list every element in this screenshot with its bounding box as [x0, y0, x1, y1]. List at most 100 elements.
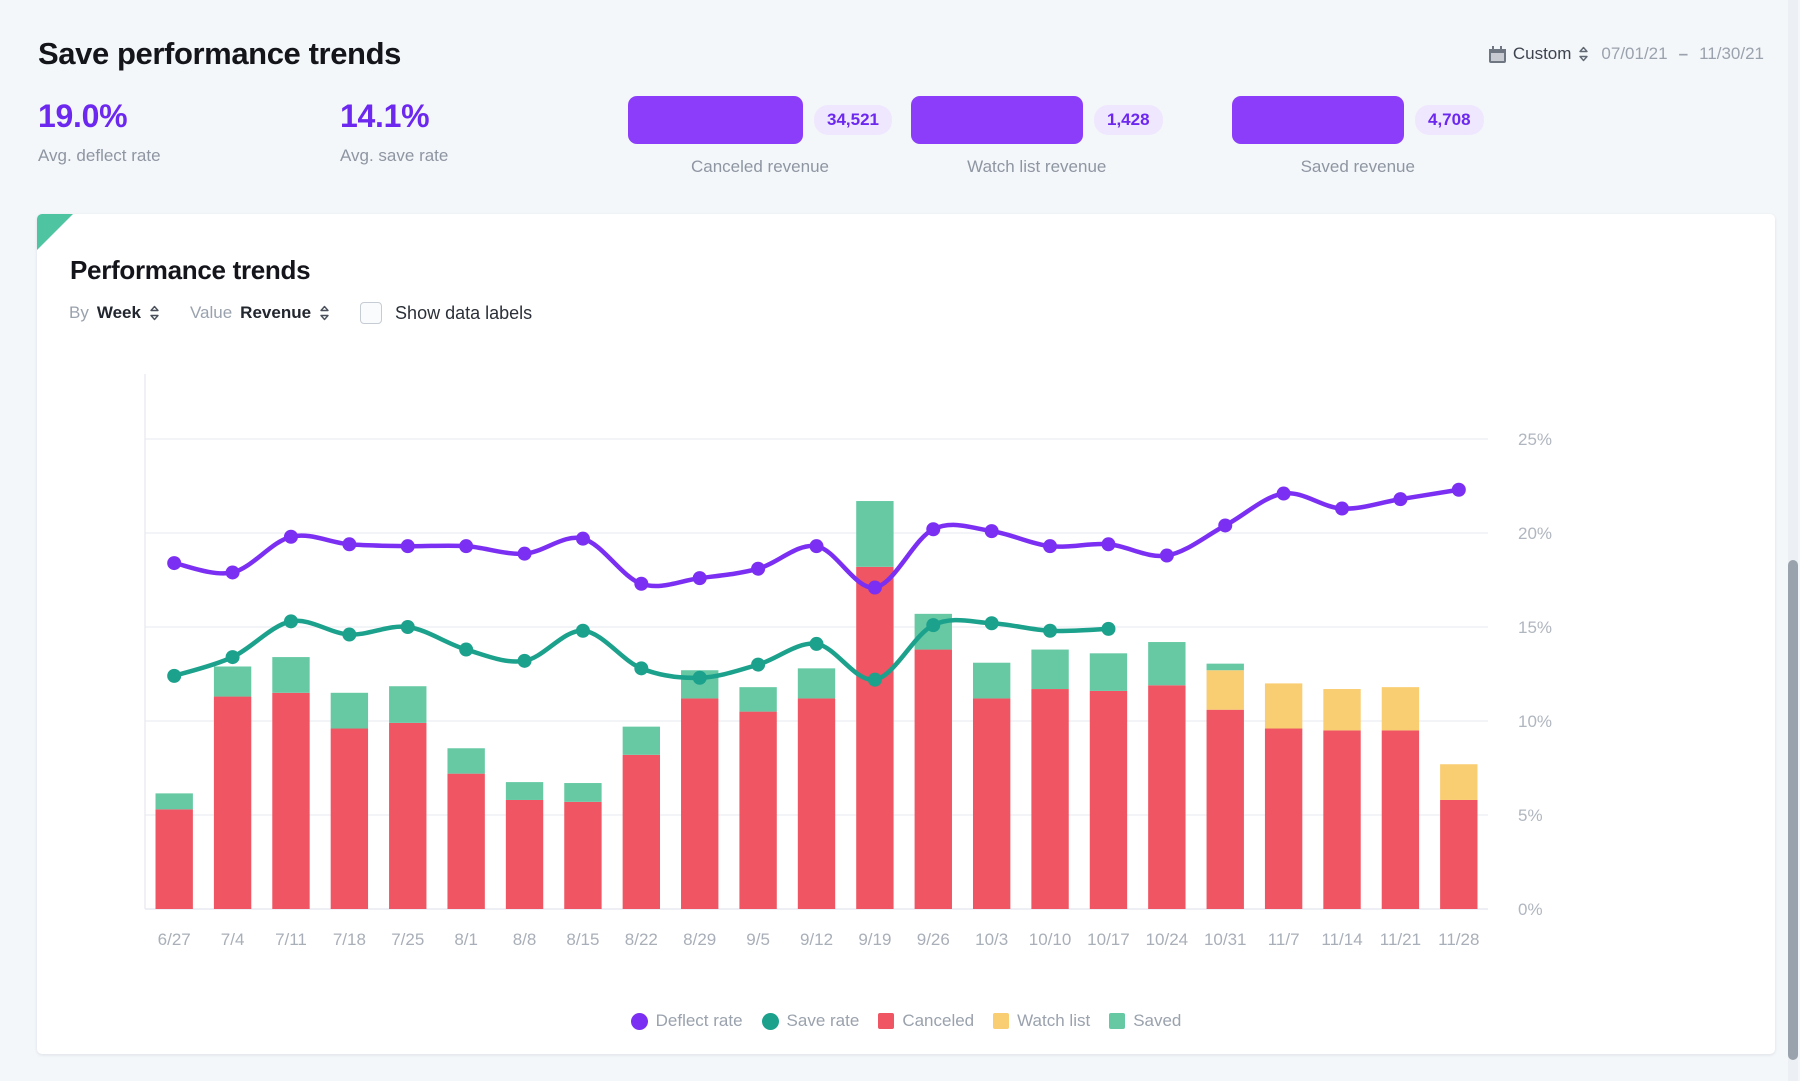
line-point[interactable]: [1335, 502, 1349, 516]
bar-segment-canceled[interactable]: [1323, 730, 1360, 909]
line-point[interactable]: [985, 616, 999, 630]
performance-trends-card: Performance trends By Week Value Revenue…: [37, 214, 1775, 1054]
bar-segment-saved[interactable]: [1031, 650, 1068, 689]
line-point[interactable]: [576, 624, 590, 638]
line-point[interactable]: [226, 650, 240, 664]
line-point[interactable]: [1452, 483, 1466, 497]
bar-segment-canceled[interactable]: [1090, 691, 1127, 909]
bar-segment-saved[interactable]: [156, 793, 193, 809]
line-point[interactable]: [1160, 549, 1174, 563]
date-preset-picker[interactable]: Custom: [1489, 44, 1590, 64]
bar-segment-canceled[interactable]: [1031, 689, 1068, 909]
line-point[interactable]: [634, 577, 648, 591]
bar-segment-canceled[interactable]: [331, 729, 368, 909]
line-point[interactable]: [342, 628, 356, 642]
bar-segment-saved[interactable]: [1090, 653, 1127, 691]
line-point[interactable]: [518, 547, 532, 561]
line-point[interactable]: [518, 654, 532, 668]
bar-segment-saved[interactable]: [447, 748, 484, 773]
show-data-labels-toggle[interactable]: Show data labels: [360, 302, 532, 324]
bar-segment-saved[interactable]: [389, 686, 426, 723]
line-point[interactable]: [167, 556, 181, 570]
bar-segment-canceled[interactable]: [915, 650, 952, 909]
bar-segment-canceled[interactable]: [1207, 710, 1244, 909]
bar-segment-saved[interactable]: [973, 663, 1010, 699]
date-range-control[interactable]: Custom 07/01/21 – 11/30/21: [1489, 44, 1764, 64]
legend-item-watch-list[interactable]: Watch list: [993, 1011, 1090, 1031]
line-point[interactable]: [167, 669, 181, 683]
line-point[interactable]: [401, 539, 415, 553]
line-point[interactable]: [634, 661, 648, 675]
line-point[interactable]: [1393, 492, 1407, 506]
bar-segment-canceled[interactable]: [1440, 800, 1477, 909]
legend-item-saved[interactable]: Saved: [1109, 1011, 1181, 1031]
value-select[interactable]: Value Revenue: [190, 303, 330, 323]
bar-segment-canceled[interactable]: [506, 800, 543, 909]
bar-segment-canceled[interactable]: [389, 723, 426, 909]
line-point[interactable]: [1101, 622, 1115, 636]
line-point[interactable]: [1277, 487, 1291, 501]
bar-segment-saved[interactable]: [798, 668, 835, 698]
bar-segment-canceled[interactable]: [564, 802, 601, 909]
legend-item-deflect-rate[interactable]: Deflect rate: [631, 1011, 743, 1031]
group-by-select[interactable]: By Week: [69, 303, 160, 323]
line-point[interactable]: [576, 532, 590, 546]
bar-segment-watch-list[interactable]: [1323, 689, 1360, 730]
line-point[interactable]: [401, 620, 415, 634]
line-point[interactable]: [284, 614, 298, 628]
bar-segment-saved[interactable]: [331, 693, 368, 729]
bar-segment-canceled[interactable]: [1265, 729, 1302, 909]
line-point[interactable]: [868, 673, 882, 687]
bar-segment-canceled[interactable]: [681, 698, 718, 909]
bar-segment-watch-list[interactable]: [1207, 670, 1244, 709]
line-point[interactable]: [926, 618, 940, 632]
line-point[interactable]: [926, 522, 940, 536]
show-data-labels-checkbox[interactable]: [360, 302, 382, 324]
bar-segment-canceled[interactable]: [272, 693, 309, 909]
bar-segment-saved[interactable]: [856, 501, 893, 567]
line-point[interactable]: [226, 565, 240, 579]
bar-segment-saved[interactable]: [214, 666, 251, 696]
legend-item-save-rate[interactable]: Save rate: [762, 1011, 860, 1031]
page-scrollbar-thumb[interactable]: [1788, 560, 1798, 1060]
bar-segment-watch-list[interactable]: [1382, 687, 1419, 730]
line-point[interactable]: [459, 643, 473, 657]
bar-segment-saved[interactable]: [1207, 664, 1244, 671]
legend-item-canceled[interactable]: Canceled: [878, 1011, 974, 1031]
bar-segment-watch-list[interactable]: [1440, 764, 1477, 800]
bar-segment-saved[interactable]: [739, 687, 776, 711]
bar-segment-saved[interactable]: [1148, 642, 1185, 685]
date-range-values[interactable]: 07/01/21 – 11/30/21: [1601, 44, 1764, 64]
revenue-bar: [628, 96, 803, 144]
line-point[interactable]: [342, 537, 356, 551]
line-point[interactable]: [1101, 537, 1115, 551]
bar-segment-canceled[interactable]: [623, 755, 660, 909]
line-point[interactable]: [693, 671, 707, 685]
line-point[interactable]: [868, 581, 882, 595]
line-point[interactable]: [810, 637, 824, 651]
bar-segment-saved[interactable]: [564, 783, 601, 802]
line-point[interactable]: [459, 539, 473, 553]
line-point[interactable]: [284, 530, 298, 544]
bar-segment-canceled[interactable]: [156, 809, 193, 909]
bar-segment-canceled[interactable]: [1148, 685, 1185, 909]
line-point[interactable]: [1043, 624, 1057, 638]
bar-segment-canceled[interactable]: [739, 712, 776, 909]
bar-segment-canceled[interactable]: [214, 697, 251, 909]
bar-segment-canceled[interactable]: [798, 698, 835, 909]
bar-segment-saved[interactable]: [506, 782, 543, 800]
bar-segment-canceled[interactable]: [1382, 730, 1419, 909]
line-point[interactable]: [1043, 539, 1057, 553]
line-point[interactable]: [985, 524, 999, 538]
bar-segment-saved[interactable]: [623, 727, 660, 755]
line-point[interactable]: [751, 658, 765, 672]
bar-segment-canceled[interactable]: [447, 774, 484, 909]
line-point[interactable]: [751, 562, 765, 576]
bar-segment-canceled[interactable]: [973, 698, 1010, 909]
line-point[interactable]: [693, 571, 707, 585]
bar-segment-saved[interactable]: [272, 657, 309, 693]
bar-segment-watch-list[interactable]: [1265, 683, 1302, 728]
bar-segment-canceled[interactable]: [856, 567, 893, 909]
line-point[interactable]: [1218, 518, 1232, 532]
line-point[interactable]: [810, 539, 824, 553]
